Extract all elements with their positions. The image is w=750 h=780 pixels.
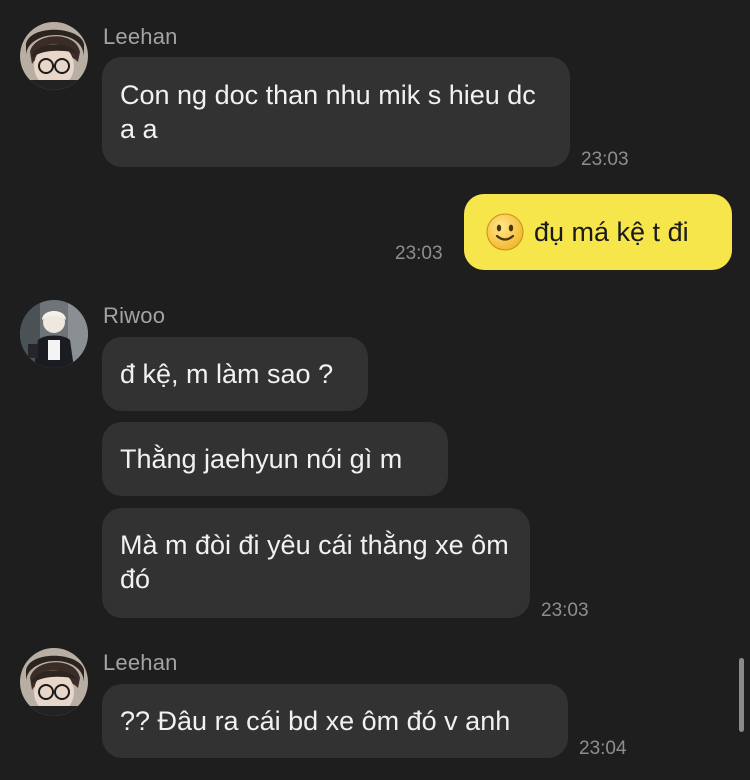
message-timestamp: 23:04 xyxy=(579,738,627,759)
message-timestamp: 23:03 xyxy=(395,243,443,264)
message-bubble-incoming[interactable]: Mà m đòi đi yêu cái thằng xe ôm đó xyxy=(102,508,530,618)
avatar-leehan[interactable] xyxy=(20,22,88,90)
slightly-smiling-face-icon xyxy=(486,213,524,251)
chat-view: Leehan Con ng doc than nhu mik s hieu dc… xyxy=(0,0,750,780)
sender-name: Leehan xyxy=(103,650,178,675)
message-text: Thằng jaehyun nói gì m xyxy=(120,444,403,474)
scrollbar[interactable] xyxy=(739,658,744,732)
sender-name: Leehan xyxy=(103,24,178,49)
message-text: Mà m đòi đi yêu cái thằng xe ôm đó xyxy=(120,530,509,594)
message-text: đ kệ, m làm sao ? xyxy=(120,359,334,389)
avatar-riwoo[interactable] xyxy=(20,300,88,368)
avatar-leehan-image xyxy=(20,22,88,90)
message-bubble-incoming[interactable]: Thằng jaehyun nói gì m xyxy=(102,422,448,496)
message-bubble-incoming[interactable]: Con ng doc than nhu mik s hieu dc a a xyxy=(102,57,570,167)
message-bubble-incoming[interactable]: đ kệ, m làm sao ? xyxy=(102,337,368,411)
sender-name: Riwoo xyxy=(103,303,166,328)
message-text: đụ má kệ t đi xyxy=(534,217,689,247)
message-timestamp: 23:03 xyxy=(541,600,589,621)
message-text: Con ng doc than nhu mik s hieu dc a a xyxy=(120,80,536,144)
message-bubble-incoming[interactable]: ?? Đâu ra cái bd xe ôm đó v anh xyxy=(102,684,568,758)
avatar-leehan-image xyxy=(20,648,88,716)
message-timestamp: 23:03 xyxy=(581,149,629,170)
avatar-leehan[interactable] xyxy=(20,648,88,716)
message-bubble-outgoing[interactable]: đụ má kệ t đi xyxy=(464,194,732,270)
avatar-riwoo-image xyxy=(20,300,88,368)
message-text: ?? Đâu ra cái bd xe ôm đó v anh xyxy=(120,706,511,736)
